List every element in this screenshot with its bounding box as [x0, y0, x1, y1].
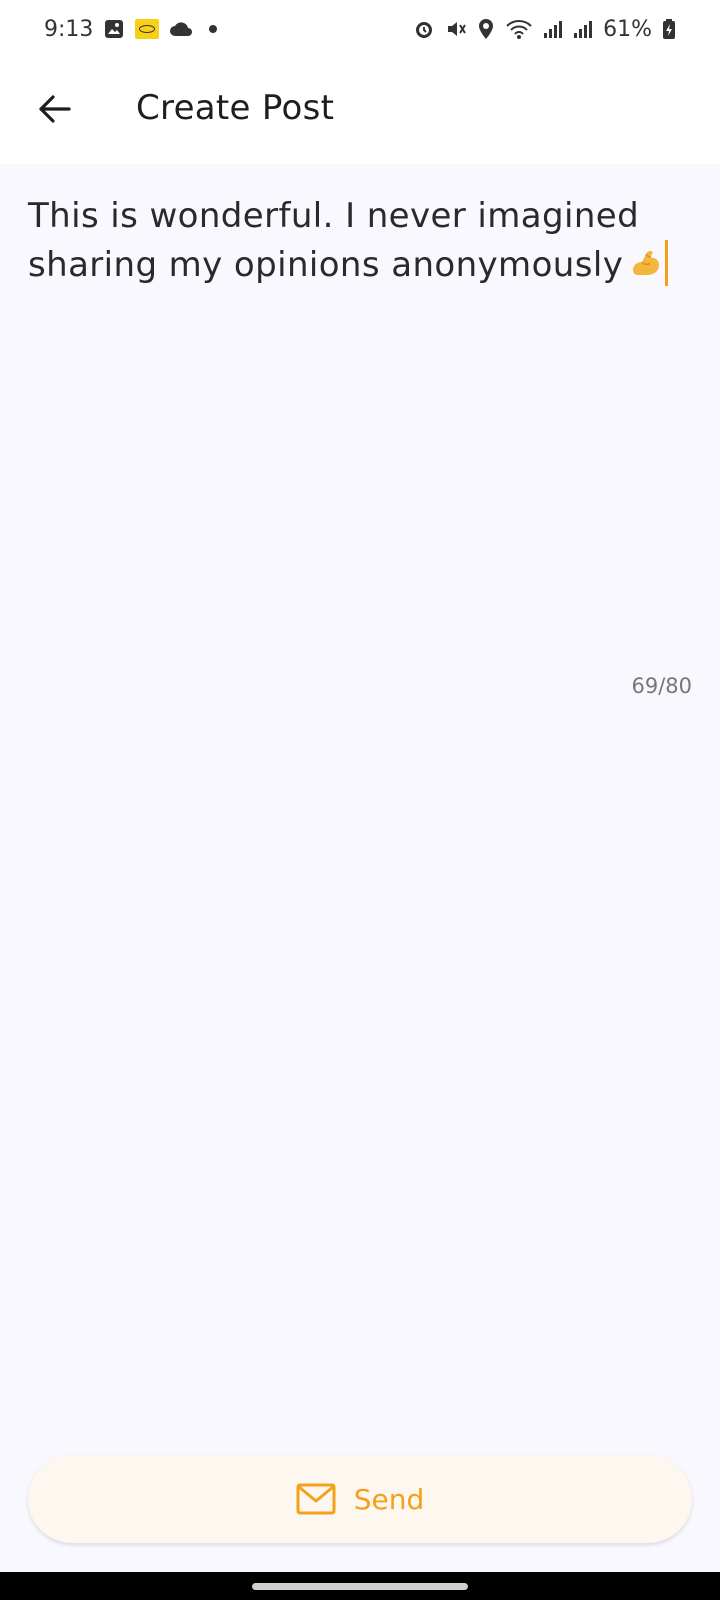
- envelope-icon: [296, 1483, 336, 1515]
- compose-area: This is wonderful. I never imagined shar…: [0, 164, 720, 1454]
- post-text-input[interactable]: This is wonderful. I never imagined shar…: [28, 192, 692, 293]
- cloud-icon: [169, 21, 193, 37]
- alarm-icon: [413, 18, 435, 40]
- flexed-biceps-icon: [629, 245, 663, 293]
- image-icon: [103, 18, 125, 40]
- page-title: Create Post: [136, 88, 335, 128]
- signal-icon: [573, 19, 593, 39]
- status-bar: 9:13 61%: [0, 0, 720, 58]
- home-indicator[interactable]: [252, 1583, 468, 1590]
- status-left: 9:13: [44, 16, 218, 42]
- arrow-left-icon: [39, 95, 71, 123]
- wifi-icon: [505, 18, 533, 40]
- dot-icon: [209, 25, 218, 33]
- text-caret: [665, 240, 669, 286]
- back-button[interactable]: [34, 89, 74, 129]
- battery-icon: [662, 18, 676, 40]
- signal-icon: [543, 19, 563, 39]
- send-label: Send: [353, 1482, 425, 1516]
- navigation-bar: [0, 1572, 720, 1600]
- char-counter: 69/80: [631, 674, 692, 698]
- status-right: 61%: [413, 17, 676, 42]
- mute-icon: [445, 18, 467, 40]
- post-text-line1: This is wonderful. I never imagined: [28, 196, 640, 236]
- post-text-line2: sharing my opinions anonymously: [28, 245, 624, 285]
- location-icon: [477, 18, 495, 40]
- status-time: 9:13: [44, 16, 94, 42]
- mtn-icon: [135, 19, 160, 39]
- send-button[interactable]: Send: [28, 1455, 692, 1543]
- app-bar: Create Post: [0, 58, 720, 164]
- battery-percent: 61%: [603, 16, 652, 42]
